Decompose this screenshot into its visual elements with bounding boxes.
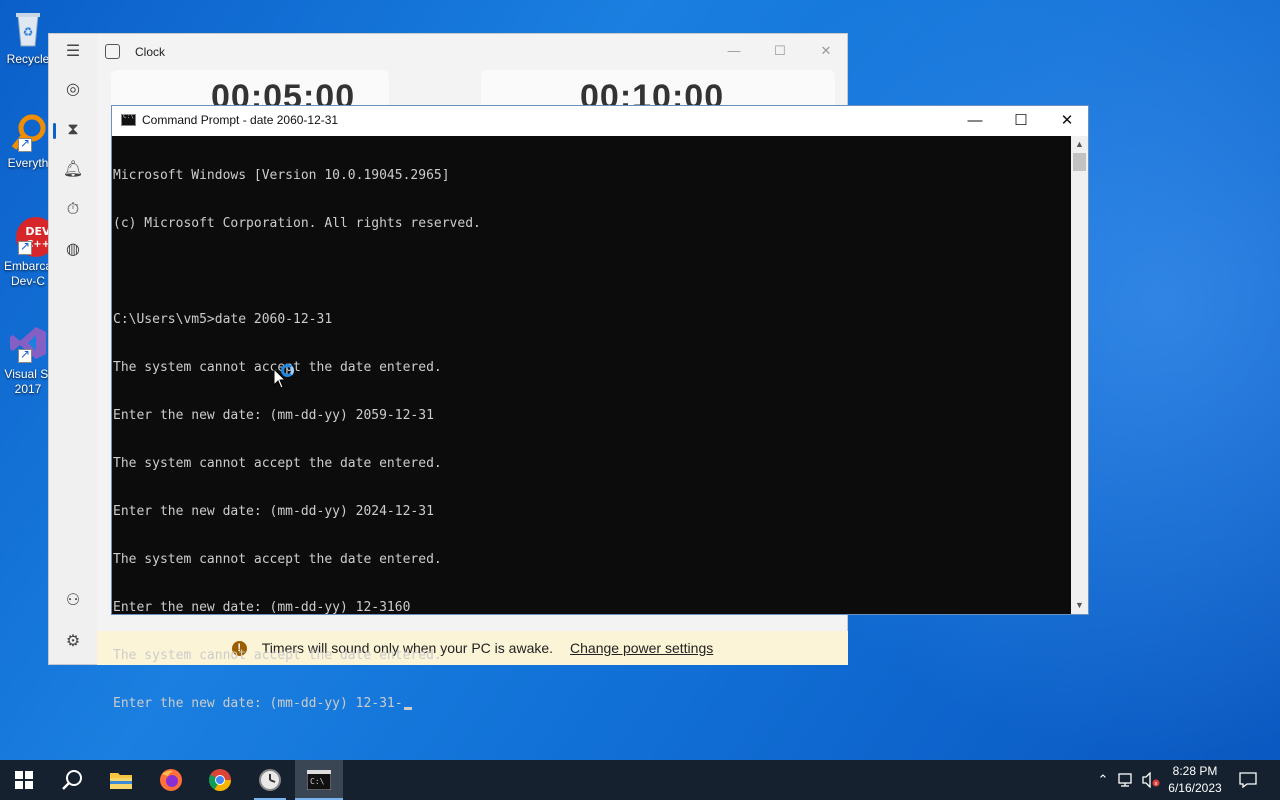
console-line: Enter the new date: (mm-dd-yy) 2059-12-3… (113, 408, 434, 423)
firefox-icon (160, 769, 182, 791)
focus-sessions-icon[interactable]: ◎ (61, 78, 85, 102)
system-clock[interactable]: 8:28 PM 6/16/2023 (1160, 763, 1230, 797)
scroll-down-arrow-icon[interactable]: ▼ (1071, 597, 1088, 614)
busy-spinner-icon (281, 364, 294, 377)
shortcut-arrow-icon (18, 239, 32, 255)
chrome-icon (209, 769, 231, 791)
shortcut-arrow-icon (18, 136, 32, 152)
chrome-button[interactable] (196, 760, 244, 800)
search-button[interactable] (48, 760, 96, 800)
timer-icon[interactable]: ⧗ (61, 118, 85, 142)
start-icon (15, 771, 33, 789)
shortcut-arrow-icon (18, 347, 32, 363)
network-icon[interactable] (1116, 760, 1138, 800)
close-button[interactable]: ✕ (803, 38, 849, 64)
cmd-titlebar[interactable]: Command Prompt - date 2060-12-31 — ☐ ✕ (112, 106, 1088, 136)
volume-muted-icon[interactable]: x (1140, 760, 1162, 800)
settings-icon[interactable]: ⚙ (61, 630, 85, 654)
search-icon (62, 770, 82, 790)
svg-text:♻: ♻ (23, 25, 34, 39)
hamburger-menu-icon[interactable]: ☰ (61, 40, 85, 64)
maximize-button[interactable]: ☐ (998, 106, 1044, 136)
recycle-bin-icon: ♻ (8, 8, 48, 48)
console-line: (c) Microsoft Corporation. All rights re… (113, 216, 481, 231)
console-line: Microsoft Windows [Version 10.0.19045.29… (113, 168, 450, 183)
console-line: The system cannot accept the date entere… (113, 456, 442, 471)
scroll-up-arrow-icon[interactable]: ▲ (1071, 136, 1088, 153)
command-prompt-taskbar-button[interactable]: C:\ (295, 760, 343, 800)
clock-window-title: Clock (135, 45, 166, 59)
system-time: 8:28 PM (1172, 764, 1218, 778)
clock-nav-rail: ☰ ◎ ⧗ 🔔︎ ⏱︎ ◍ ⚇ ⚙ (49, 34, 97, 664)
world-clock-icon[interactable]: ◍ (61, 238, 85, 262)
taskbar: C:\ ⌃ x 8:28 PM 6/16/2023 (0, 760, 1280, 800)
clock-app-icon (105, 44, 120, 59)
scroll-thumb[interactable] (1073, 153, 1086, 171)
file-explorer-icon (110, 773, 132, 789)
maximize-button[interactable]: ☐ (757, 38, 803, 64)
show-hidden-icons-chevron-icon[interactable]: ⌃ (1094, 760, 1112, 800)
stopwatch-icon[interactable]: ⏱︎ (61, 198, 85, 222)
console-line: The system cannot accept the date entere… (113, 360, 442, 375)
cmd-window-title: Command Prompt - date 2060-12-31 (142, 113, 339, 127)
everything-search-icon (8, 112, 48, 152)
console-line: Enter the new date: (mm-dd-yy) 2024-12-3… (113, 504, 434, 519)
svg-text:x: x (1155, 781, 1158, 787)
minimize-button[interactable]: — (952, 106, 998, 136)
account-icon[interactable]: ⚇ (61, 589, 85, 613)
clock-app-icon (259, 769, 281, 791)
alarm-icon[interactable]: 🔔︎ (61, 158, 85, 182)
console-line: C:\Users\vm5>date 2060-12-31 (113, 312, 333, 327)
command-prompt-icon: C:\ (307, 770, 331, 790)
console-line: The system cannot accept the date entere… (113, 648, 442, 663)
nav-selection-indicator (53, 123, 56, 139)
file-explorer-button[interactable] (97, 760, 145, 800)
text-cursor (403, 707, 412, 710)
console-prompt-text: Enter the new date: (mm-dd-yy) 12-31- (113, 696, 403, 711)
notifications-icon[interactable] (1236, 760, 1260, 800)
console-output[interactable]: Microsoft Windows [Version 10.0.19045.29… (112, 136, 1072, 711)
console-line: Enter the new date: (mm-dd-yy) 12-3160 (113, 600, 411, 615)
visual-studio-icon (8, 323, 48, 363)
svg-text:C:\: C:\ (310, 777, 325, 786)
console-line: The system cannot accept the date entere… (113, 552, 442, 567)
minimize-button[interactable]: — (711, 38, 757, 64)
system-date: 6/16/2023 (1168, 781, 1222, 795)
clock-taskbar-button[interactable] (246, 760, 294, 800)
firefox-button[interactable] (147, 760, 195, 800)
devcpp-icon: DEV C++ (8, 215, 56, 257)
vertical-scrollbar[interactable]: ▲ ▼ (1071, 136, 1088, 614)
command-prompt-icon (121, 113, 136, 126)
start-button[interactable] (0, 760, 48, 800)
console-input-line[interactable]: Enter the new date: (mm-dd-yy) 12-31- (113, 696, 1072, 712)
close-button[interactable]: ✕ (1044, 106, 1090, 136)
command-prompt-window[interactable]: Command Prompt - date 2060-12-31 — ☐ ✕ M… (111, 105, 1089, 711)
